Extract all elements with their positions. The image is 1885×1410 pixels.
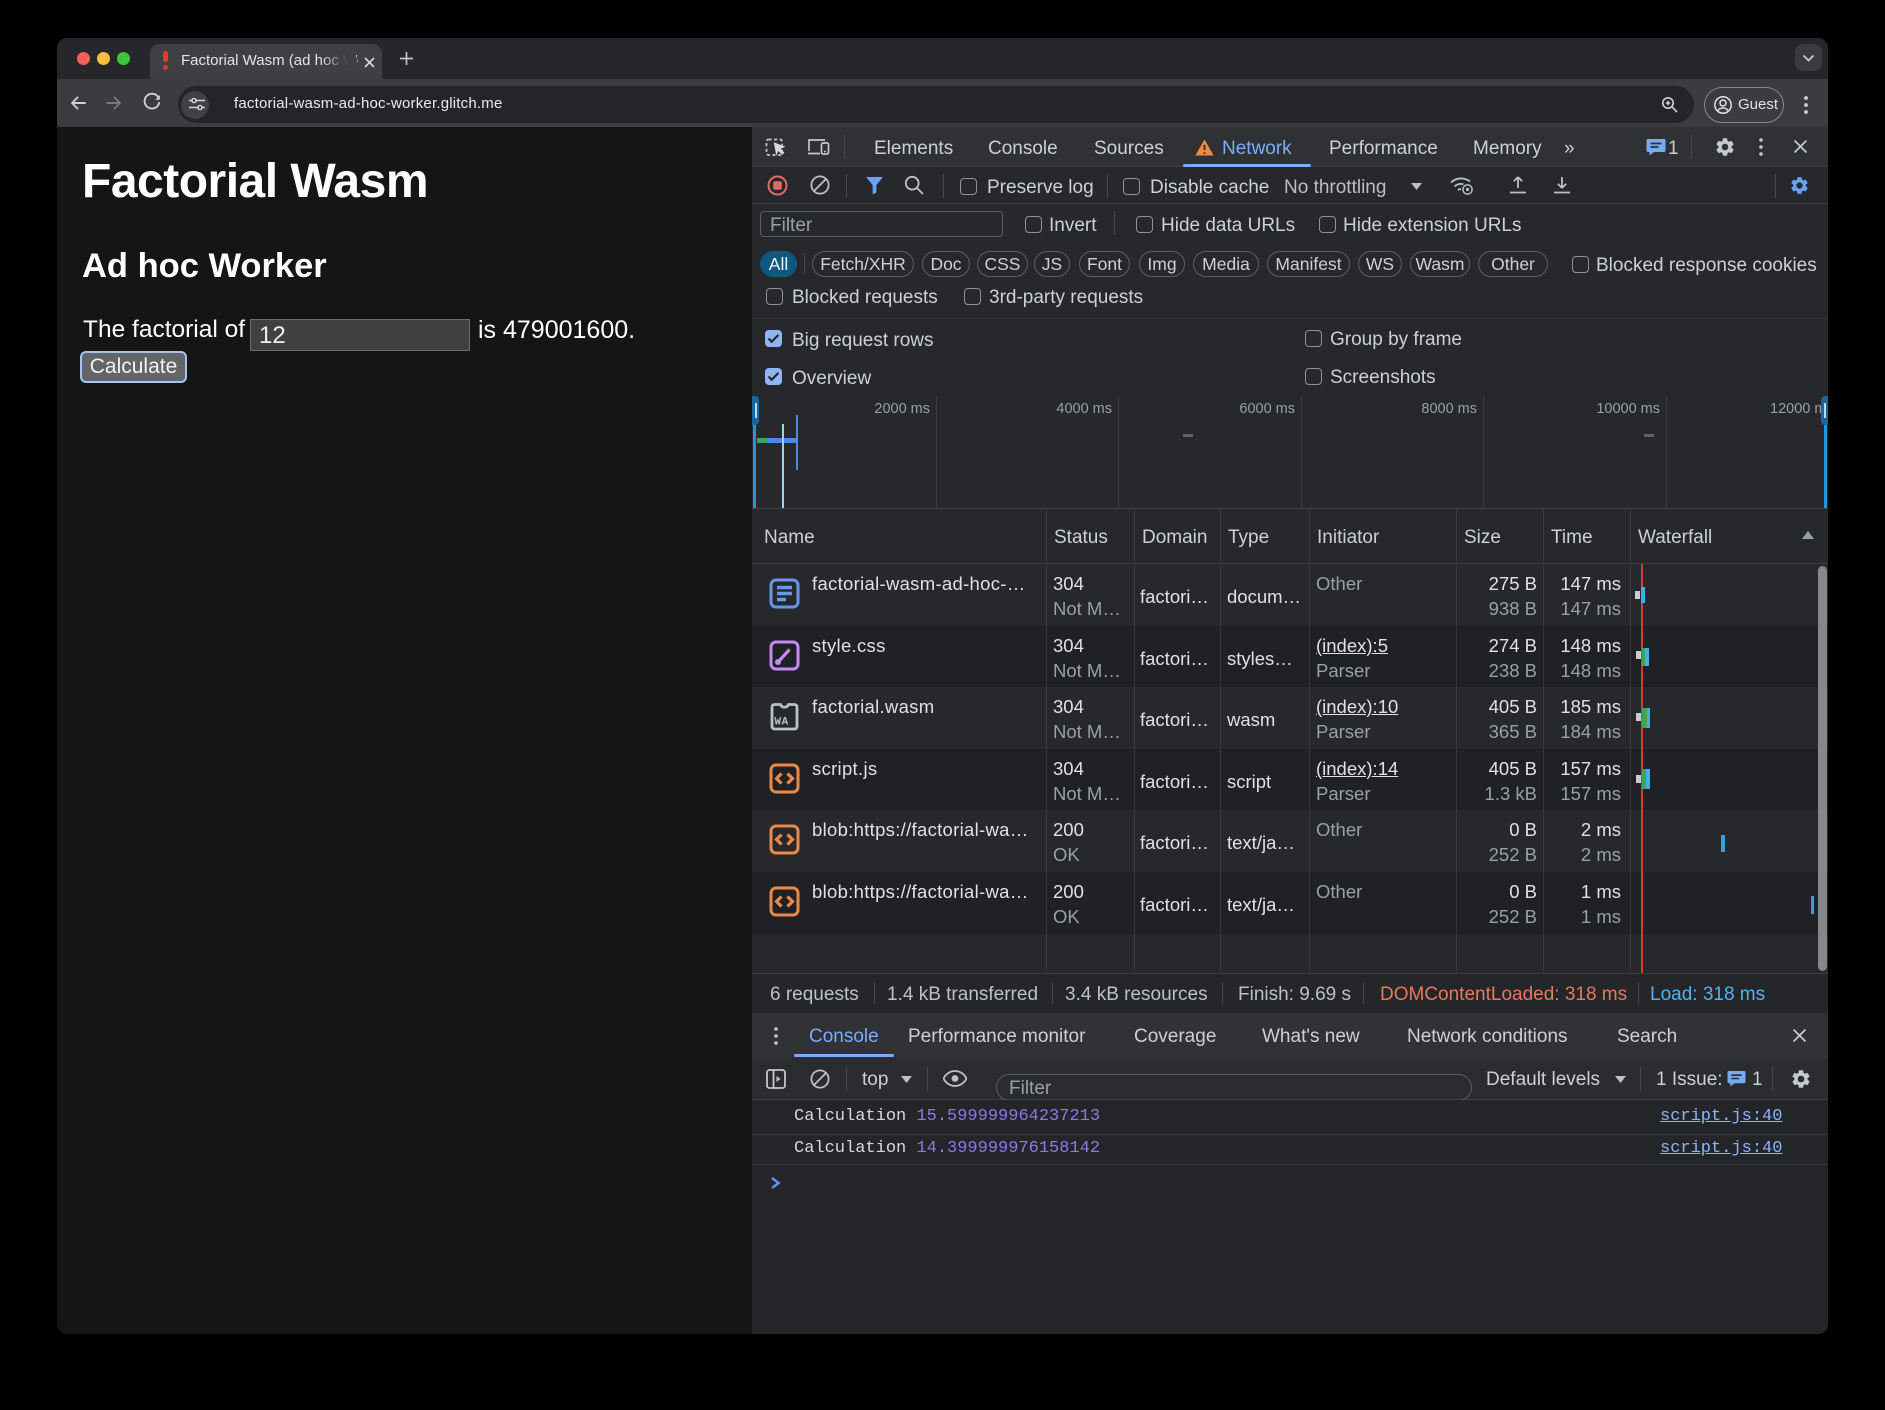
svg-text:WA: WA	[775, 717, 789, 729]
